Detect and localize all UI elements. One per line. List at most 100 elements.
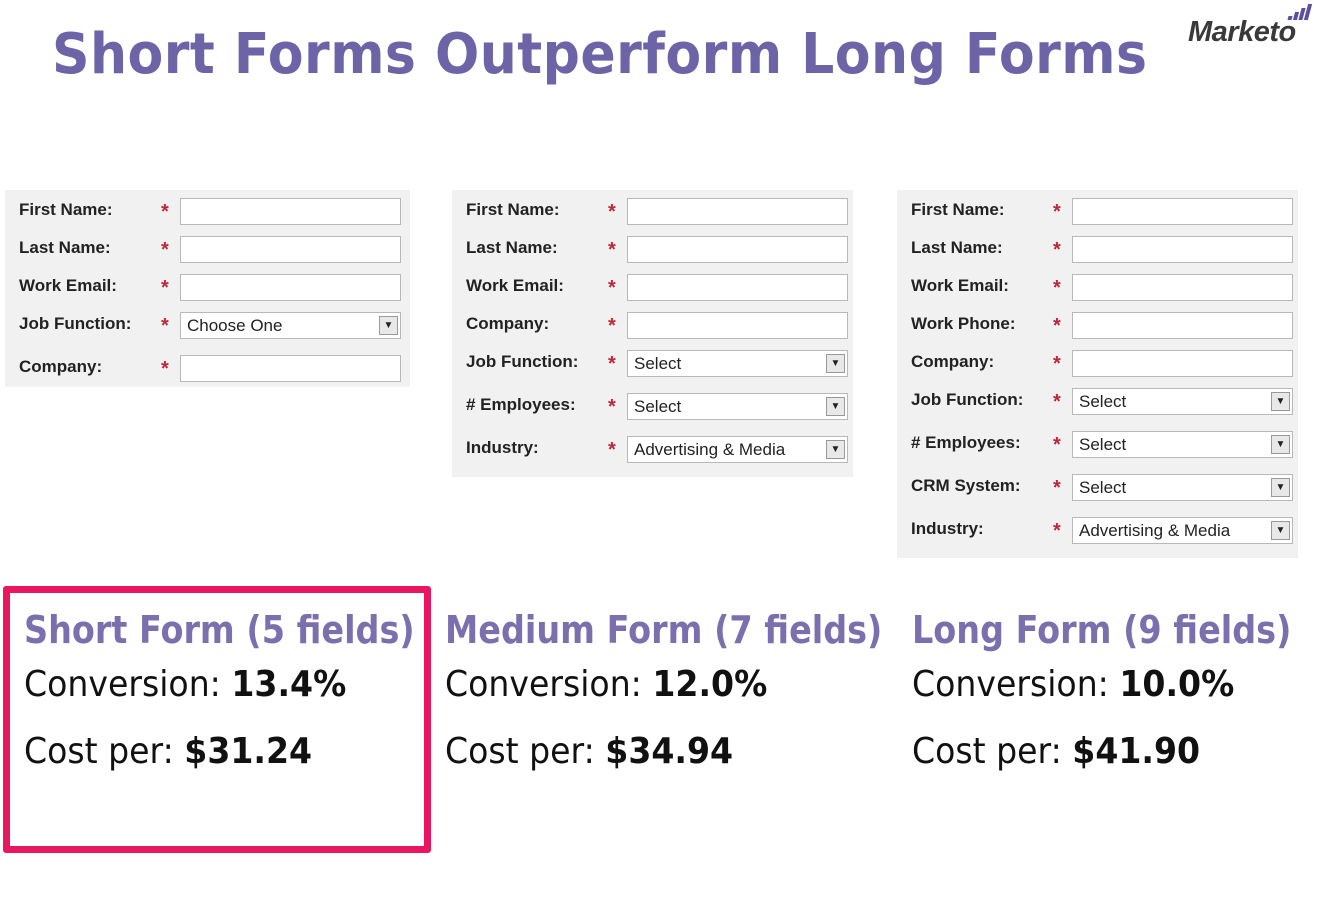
- field-label: Company:: [19, 357, 103, 376]
- field-label: Work Phone:: [911, 314, 1016, 333]
- slide-title: Short Forms Outperform Long Forms: [52, 22, 1148, 87]
- form-row: Company: *: [452, 310, 853, 348]
- field-value: Select: [634, 354, 682, 373]
- field-value: Select: [1079, 392, 1127, 411]
- form-row: Work Email: *: [5, 272, 410, 310]
- field-label: # Employees:: [466, 395, 576, 414]
- text-input[interactable]: [627, 274, 848, 301]
- required-asterisk-icon: *: [608, 396, 616, 418]
- slide: Short Forms Outperform Long Forms Market…: [0, 0, 1327, 909]
- field-label: Industry:: [911, 519, 984, 538]
- chevron-down-icon[interactable]: ▼: [826, 397, 845, 416]
- form-heading: Long Form (9 fields): [912, 608, 1292, 652]
- select-field[interactable]: Choose One ▼: [180, 312, 401, 339]
- field-label: Job Function:: [911, 390, 1024, 409]
- form-row: Industry: * Advertising & Media ▼: [452, 434, 853, 477]
- field-label: First Name:: [911, 200, 1005, 219]
- field-value: Advertising & Media: [634, 440, 786, 459]
- cost-label: Cost per:: [445, 731, 595, 772]
- required-asterisk-icon: *: [1053, 239, 1061, 261]
- required-asterisk-icon: *: [1053, 391, 1061, 413]
- text-input[interactable]: [180, 355, 401, 382]
- chevron-down-icon[interactable]: ▼: [1271, 521, 1290, 540]
- field-value: Select: [1079, 478, 1127, 497]
- text-input[interactable]: [627, 236, 848, 263]
- select-field[interactable]: Select ▼: [627, 350, 848, 377]
- cost-label: Cost per:: [912, 731, 1062, 772]
- required-asterisk-icon: *: [1053, 277, 1061, 299]
- conversion-label: Conversion:: [912, 664, 1109, 705]
- chevron-down-icon[interactable]: ▼: [1271, 392, 1290, 411]
- form-row: First Name: *: [897, 196, 1298, 234]
- field-value: Choose One: [187, 316, 283, 335]
- field-value: Select: [1079, 435, 1127, 454]
- text-input[interactable]: [180, 198, 401, 225]
- required-asterisk-icon: *: [1053, 477, 1061, 499]
- text-input[interactable]: [1072, 350, 1293, 377]
- chevron-down-icon[interactable]: ▼: [1271, 478, 1290, 497]
- required-asterisk-icon: *: [608, 277, 616, 299]
- select-field[interactable]: Select ▼: [1072, 388, 1293, 415]
- field-label: Last Name:: [19, 238, 111, 257]
- required-asterisk-icon: *: [608, 439, 616, 461]
- form-row: # Employees: * Select ▼: [897, 429, 1298, 472]
- field-label: Job Function:: [466, 352, 579, 371]
- required-asterisk-icon: *: [161, 277, 169, 299]
- form-heading: Medium Form (7 fields): [445, 608, 883, 652]
- text-input[interactable]: [1072, 198, 1293, 225]
- field-value: Advertising & Media: [1079, 521, 1231, 540]
- signup-form-1: First Name: * Last Name: * Work Email: *…: [452, 190, 853, 477]
- marketo-logo: Marketo: [1188, 4, 1318, 52]
- required-asterisk-icon: *: [608, 201, 616, 223]
- form-row: Last Name: *: [452, 234, 853, 272]
- chevron-down-icon[interactable]: ▼: [1271, 435, 1290, 454]
- field-label: Work Email:: [466, 276, 564, 295]
- field-label: Last Name:: [466, 238, 558, 257]
- form-row: Work Phone: *: [897, 310, 1298, 348]
- highlight-box: [3, 586, 431, 853]
- required-asterisk-icon: *: [1053, 315, 1061, 337]
- text-input[interactable]: [1072, 312, 1293, 339]
- text-input[interactable]: [627, 198, 848, 225]
- select-field[interactable]: Select ▼: [627, 393, 848, 420]
- required-asterisk-icon: *: [161, 315, 169, 337]
- select-field[interactable]: Select ▼: [1072, 431, 1293, 458]
- form-stats-1: Medium Form (7 fields) Conversion: 12.0%…: [445, 608, 942, 798]
- text-input[interactable]: [1072, 236, 1293, 263]
- field-value: Select: [634, 397, 682, 416]
- cost-line: Cost per: $34.94: [445, 731, 902, 798]
- conversion-line: Conversion: 10.0%: [912, 664, 1309, 731]
- select-field[interactable]: Select ▼: [1072, 474, 1293, 501]
- text-input[interactable]: [180, 236, 401, 263]
- form-stats-2: Long Form (9 fields) Conversion: 10.0% C…: [912, 608, 1327, 798]
- form-row: Job Function: * Choose One ▼: [5, 310, 410, 353]
- chevron-down-icon[interactable]: ▼: [826, 440, 845, 459]
- required-asterisk-icon: *: [161, 239, 169, 261]
- chevron-down-icon[interactable]: ▼: [826, 354, 845, 373]
- conversion-value: 10.0%: [1119, 664, 1235, 705]
- text-input[interactable]: [1072, 274, 1293, 301]
- select-field[interactable]: Advertising & Media ▼: [1072, 517, 1293, 544]
- form-row: Company: *: [5, 353, 410, 391]
- required-asterisk-icon: *: [1053, 201, 1061, 223]
- required-asterisk-icon: *: [608, 353, 616, 375]
- form-row: Work Email: *: [897, 272, 1298, 310]
- text-input[interactable]: [180, 274, 401, 301]
- select-field[interactable]: Advertising & Media ▼: [627, 436, 848, 463]
- form-row: Last Name: *: [897, 234, 1298, 272]
- chevron-down-icon[interactable]: ▼: [379, 316, 398, 335]
- cost-value: $41.90: [1072, 731, 1201, 772]
- form-row: Company: *: [897, 348, 1298, 386]
- signup-form-2: First Name: * Last Name: * Work Email: *…: [897, 190, 1298, 558]
- form-row: Last Name: *: [5, 234, 410, 272]
- text-input[interactable]: [627, 312, 848, 339]
- cost-line: Cost per: $41.90: [912, 731, 1309, 798]
- field-label: CRM System:: [911, 476, 1021, 495]
- form-row: Work Email: *: [452, 272, 853, 310]
- field-label: First Name:: [466, 200, 560, 219]
- required-asterisk-icon: *: [608, 239, 616, 261]
- field-label: First Name:: [19, 200, 113, 219]
- required-asterisk-icon: *: [161, 358, 169, 380]
- required-asterisk-icon: *: [161, 201, 169, 223]
- required-asterisk-icon: *: [608, 315, 616, 337]
